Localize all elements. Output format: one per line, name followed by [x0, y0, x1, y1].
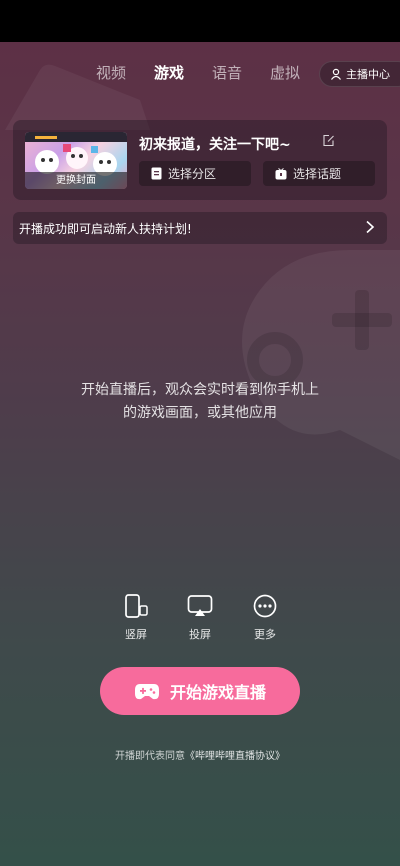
newcomer-support-banner[interactable]: 开播成功即可启动新人扶持计划!	[13, 212, 387, 244]
tab-voice[interactable]: 语音	[212, 62, 242, 83]
cover-image[interactable]: 更换封面	[25, 132, 127, 189]
chevron-right-icon	[366, 220, 375, 234]
start-button-label: 开始游戏直播	[169, 683, 266, 702]
banner-text: 开播成功即可启动新人扶持计划!	[19, 221, 192, 236]
category-tabs: 视频 游戏 语音 虚拟	[96, 62, 300, 83]
change-cover-label: 更换封面	[25, 172, 127, 189]
tab-virtual[interactable]: 虚拟	[270, 62, 300, 83]
host-center-label: 主播中心	[346, 68, 390, 81]
portrait-mode-button[interactable]: 竖屏	[110, 594, 162, 642]
select-zone-label: 选择分区	[168, 167, 217, 181]
user-icon	[331, 68, 341, 80]
tab-game[interactable]: 游戏	[154, 62, 184, 83]
phone-portrait-icon	[125, 594, 148, 618]
description-line-1: 开始直播后，观众会实时看到你手机上	[81, 382, 319, 398]
tv-icon	[275, 167, 287, 179]
live-info-card: 更换封面 初来报道，关注一下吧~ 选择分区 选择话题	[13, 120, 387, 200]
more-icon	[253, 594, 277, 618]
select-topic-button[interactable]: 选择话题	[263, 161, 375, 186]
edit-icon[interactable]	[322, 134, 335, 147]
gamepad-icon	[134, 684, 159, 700]
status-bar	[0, 0, 400, 42]
screen-cast-button[interactable]: 投屏	[174, 594, 226, 642]
start-game-live-button[interactable]: 开始游戏直播	[100, 667, 300, 715]
more-button[interactable]: 更多	[239, 594, 291, 642]
agreement-link[interactable]: 《哔哩哔哩直播协议》	[185, 751, 285, 762]
host-center-button[interactable]: 主播中心	[319, 61, 400, 87]
more-label: 更多	[254, 628, 276, 641]
live-title[interactable]: 初来报道，关注一下吧~	[139, 134, 291, 154]
agreement-prefix: 开播即代表同意	[115, 751, 185, 762]
document-icon	[151, 167, 162, 180]
description-line-2: 的游戏画面，或其他应用	[123, 405, 277, 421]
screen-cast-label: 投屏	[189, 628, 211, 641]
screen-cast-icon	[187, 595, 213, 616]
select-zone-button[interactable]: 选择分区	[139, 161, 251, 186]
live-description: 开始直播后，观众会实时看到你手机上 的游戏画面，或其他应用	[0, 379, 400, 425]
select-topic-label: 选择话题	[293, 167, 342, 181]
portrait-label: 竖屏	[125, 628, 147, 641]
gamepad-decoration-icon	[242, 250, 400, 460]
tab-video[interactable]: 视频	[96, 62, 126, 83]
agreement-text: 开播即代表同意《哔哩哔哩直播协议》	[0, 747, 400, 762]
